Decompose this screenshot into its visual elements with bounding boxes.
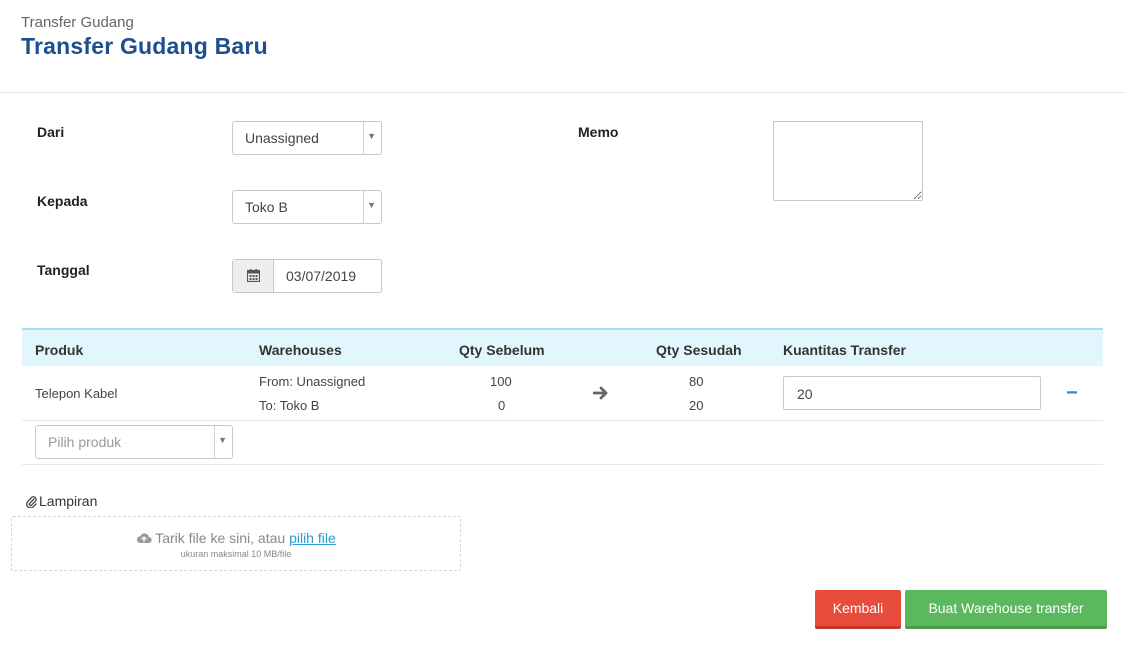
select-divider (214, 426, 215, 458)
from-label: Dari (37, 124, 65, 140)
dropzone-text: Tarik file ke sini, atau pilih file (12, 530, 460, 546)
table-row: Telepon Kabel From: Unassigned To: Toko … (22, 366, 1103, 421)
from-warehouse-select[interactable]: Unassigned ▼ (232, 121, 382, 155)
file-size-note: ukuran maksimal 10 MB/file (180, 549, 292, 559)
warehouse-from: From: Unassigned (259, 374, 366, 389)
column-header-qty-after: Qty Sesudah (656, 342, 742, 358)
remove-row-button[interactable]: − (1066, 382, 1078, 405)
attachment-label: Lampiran (26, 493, 97, 509)
product-name: Telepon Kabel (35, 386, 118, 401)
file-dropzone[interactable]: Tarik file ke sini, atau pilih file ukur… (11, 516, 461, 571)
date-label: Tanggal (37, 262, 90, 278)
add-product-select[interactable]: Pilih produk ▼ (35, 425, 233, 459)
create-transfer-button[interactable]: Buat Warehouse transfer (905, 590, 1107, 629)
dropzone-prompt: Tarik file ke sini, atau (155, 530, 286, 546)
date-value: 03/07/2019 (286, 268, 357, 284)
column-header-warehouses: Warehouses (259, 342, 342, 358)
memo-label: Memo (578, 124, 619, 140)
column-header-transfer-qty: Kuantitas Transfer (783, 342, 906, 358)
to-warehouse-value: Toko B (245, 199, 288, 215)
warehouse-to: To: Toko B (259, 398, 320, 413)
page-header: Transfer Gudang Transfer Gudang Baru (0, 0, 1124, 93)
table-header: Produk Warehouses Qty Sebelum Qty Sesuda… (22, 328, 1103, 366)
paperclip-icon (26, 496, 37, 509)
back-button[interactable]: Kembali (815, 590, 901, 629)
select-divider (363, 122, 364, 154)
from-warehouse-value: Unassigned (245, 130, 319, 146)
select-divider (363, 191, 364, 223)
pick-file-link[interactable]: pilih file (289, 530, 336, 546)
qty-after-from: 80 (689, 374, 704, 389)
page-title: Transfer Gudang Baru (21, 33, 268, 59)
caret-down-icon: ▼ (218, 435, 227, 445)
cloud-upload-icon (137, 533, 152, 544)
memo-textarea[interactable] (773, 121, 923, 201)
calendar-icon (247, 269, 260, 282)
caret-down-icon: ▼ (367, 200, 376, 210)
arrow-right-icon (593, 386, 608, 400)
add-product-row: Pilih produk ▼ (22, 421, 1103, 465)
qty-before-to: 0 (498, 398, 506, 413)
breadcrumb[interactable]: Transfer Gudang (21, 14, 134, 31)
column-header-qty-before: Qty Sebelum (459, 342, 545, 358)
to-label: Kepada (37, 193, 88, 209)
add-product-placeholder: Pilih produk (48, 434, 122, 450)
caret-down-icon: ▼ (367, 131, 376, 141)
attachment-label-text: Lampiran (39, 493, 98, 509)
column-header-product: Produk (35, 342, 84, 358)
qty-after-to: 20 (689, 398, 704, 413)
transfer-qty-input[interactable]: 20 (783, 376, 1041, 410)
date-addon[interactable] (233, 260, 274, 292)
qty-before-from: 100 (490, 374, 512, 389)
date-field[interactable]: 03/07/2019 (232, 259, 382, 293)
to-warehouse-select[interactable]: Toko B ▼ (232, 190, 382, 224)
